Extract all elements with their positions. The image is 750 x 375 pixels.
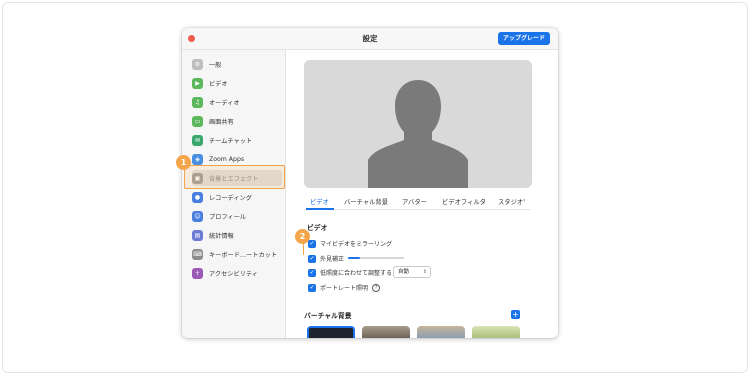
background-thumbnail[interactable] xyxy=(307,326,355,338)
add-background-button[interactable]: + xyxy=(511,310,520,319)
sidebar-item[interactable]: ▶ ビデオ xyxy=(192,75,282,91)
tab-video[interactable]: ビデオ xyxy=(310,197,329,206)
sidebar-item-label: チームチャット xyxy=(209,137,253,145)
chevron-right-icon[interactable]: › xyxy=(523,197,526,204)
help-icon[interactable]: ? xyxy=(372,283,381,292)
sidebar-item[interactable]: ⚙ 一般 xyxy=(192,56,282,72)
person-silhouette-icon xyxy=(368,80,468,188)
sidebar-item[interactable]: ☺ プロフィール xyxy=(192,208,282,224)
sidebar-item-label: オーディオ xyxy=(209,99,240,107)
background-thumbnail[interactable] xyxy=(362,326,410,338)
mirror-checkbox[interactable]: ✓ xyxy=(308,239,316,248)
sidebar-item-label: ビデオ xyxy=(209,80,228,88)
background-thumbnail[interactable] xyxy=(417,326,465,338)
sidebar-item-label: 一般 xyxy=(209,61,222,69)
settings-tabs: ビデオ バーチャル背景 アバター ビデオフィルタ スタジオ › xyxy=(304,194,530,210)
keyboard-icon: ⌨ xyxy=(192,248,203,260)
touch-up-slider-fill xyxy=(348,257,361,259)
screen-share-icon: ▭ xyxy=(192,115,203,127)
portrait-checkbox[interactable]: ✓ xyxy=(308,283,316,292)
sidebar-item[interactable]: ▭ 画面共有 xyxy=(192,113,282,129)
sidebar-item[interactable]: ♫ オーディオ xyxy=(192,94,282,110)
touch-up-option[interactable]: ✓ 外見補正 xyxy=(308,254,344,263)
tab-avatar[interactable]: アバター xyxy=(402,197,427,206)
low-light-option[interactable]: ✓ 低照度に合わせて調整する xyxy=(308,268,392,277)
low-light-select-value: 自動 xyxy=(398,269,410,275)
virtual-background-title: バーチャル背景 xyxy=(304,312,352,320)
low-light-label: 低照度に合わせて調整する xyxy=(320,270,393,277)
zoom-apps-icon: ◈ xyxy=(192,153,203,165)
portrait-option[interactable]: ✓ ポートレート照明 ? xyxy=(308,283,381,292)
mirror-label: マイビデオをミラーリング xyxy=(320,241,393,248)
low-light-select[interactable]: 自動 ⇕ xyxy=(393,266,431,278)
headphones-icon: ♫ xyxy=(192,96,203,108)
accessibility-icon: ☥ xyxy=(192,267,203,279)
sidebar-item[interactable]: ⌨ キーボード…ートカット xyxy=(192,246,282,262)
select-arrows-icon: ⇕ xyxy=(422,269,427,275)
sidebar-item[interactable]: ▤ 統計情報 xyxy=(192,227,282,243)
title-bar: 設定 アップグレード xyxy=(182,28,558,50)
callout-badge-1: 1 xyxy=(176,155,191,170)
tab-active-indicator xyxy=(306,208,334,210)
low-light-checkbox[interactable]: ✓ xyxy=(308,268,316,277)
statistics-icon: ▤ xyxy=(192,229,203,241)
touch-up-slider[interactable] xyxy=(348,257,404,259)
video-preview xyxy=(304,60,532,188)
background-thumbnail[interactable] xyxy=(472,326,520,338)
sidebar-item-label: Zoom Apps xyxy=(209,155,245,163)
sidebar-item-label: アクセシビリティ xyxy=(209,270,258,278)
record-icon: ● xyxy=(192,191,203,203)
sidebar-item[interactable]: ● レコーディング xyxy=(192,189,282,205)
sidebar-item-label: 画面共有 xyxy=(209,118,234,126)
callout-highlight-background xyxy=(184,165,285,189)
mirror-option[interactable]: ✓ マイビデオをミラーリング xyxy=(308,239,392,248)
sidebar-item-label: キーボード…ートカット xyxy=(209,251,278,259)
tab-virtual-background[interactable]: バーチャル背景 xyxy=(344,197,388,206)
upgrade-button[interactable]: アップグレード xyxy=(497,32,550,45)
sidebar-item-label: プロフィール xyxy=(209,213,247,221)
tab-video-filter[interactable]: ビデオフィルタ xyxy=(442,197,486,206)
video-section-title: ビデオ xyxy=(307,224,328,232)
tab-studio[interactable]: スタジオ xyxy=(498,197,523,206)
portrait-label: ポートレート照明 xyxy=(320,285,369,292)
sidebar-item[interactable]: ☥ アクセシビリティ xyxy=(192,265,282,281)
touch-up-checkbox[interactable]: ✓ xyxy=(308,254,316,263)
profile-icon: ☺ xyxy=(192,210,203,222)
chat-icon: ✉ xyxy=(192,134,203,146)
touch-up-label: 外見補正 xyxy=(320,256,345,263)
sidebar-item[interactable]: ✉ チームチャット xyxy=(192,132,282,148)
gear-icon: ⚙ xyxy=(192,58,203,70)
video-icon: ▶ xyxy=(192,77,203,89)
sidebar-item-label: 統計情報 xyxy=(209,232,234,240)
sidebar-item-label: レコーディング xyxy=(209,194,252,202)
